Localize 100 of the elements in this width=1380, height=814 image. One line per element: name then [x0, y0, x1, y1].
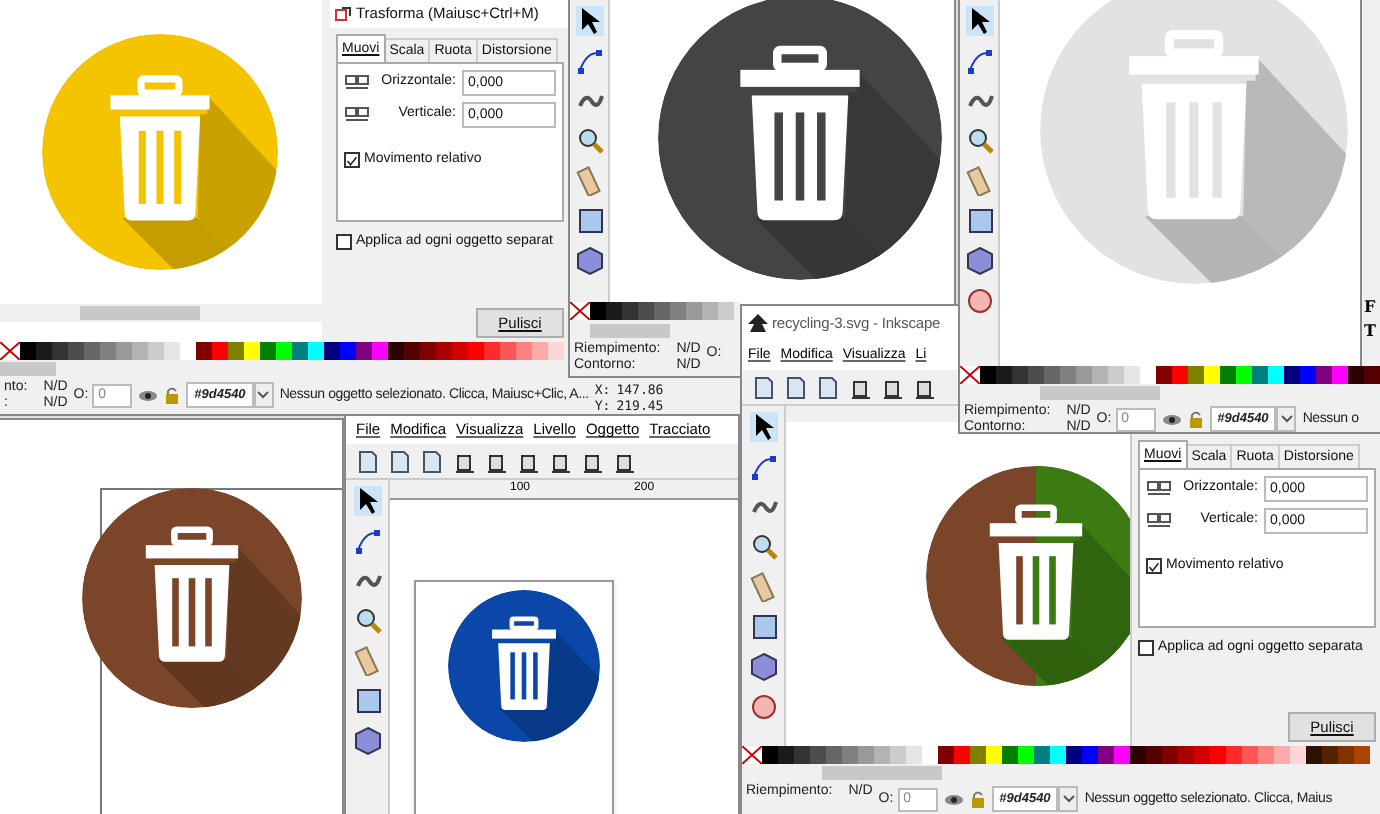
color-swatch[interactable]: [1028, 366, 1044, 384]
color-swatch[interactable]: [1226, 746, 1242, 764]
color-swatch[interactable]: [686, 302, 702, 320]
eye-icon[interactable]: [138, 388, 159, 404]
document-icon[interactable]: [420, 449, 444, 473]
ruler-icon[interactable]: [353, 646, 381, 676]
color-swatch[interactable]: [388, 342, 404, 360]
color-swatch[interactable]: [1060, 366, 1076, 384]
color-swatch[interactable]: [670, 302, 686, 320]
node-icon[interactable]: [575, 46, 603, 76]
checkbox[interactable]: [344, 152, 360, 169]
color-swatch[interactable]: [484, 342, 500, 360]
color-swatch[interactable]: [762, 746, 778, 764]
color-swatch[interactable]: [590, 302, 606, 320]
color-swatch[interactable]: [500, 342, 516, 360]
color-swatch[interactable]: [996, 366, 1012, 384]
magnifier-icon[interactable]: [575, 126, 603, 156]
color-swatch[interactable]: [1354, 746, 1370, 764]
color-swatch[interactable]: [1146, 746, 1162, 764]
color-swatch[interactable]: [1290, 746, 1306, 764]
color-swatch[interactable]: [1018, 746, 1034, 764]
color-swatch[interactable]: [1210, 746, 1226, 764]
color-swatch[interactable]: [1338, 746, 1354, 764]
square-icon[interactable]: [575, 206, 603, 236]
color-swatch[interactable]: [180, 342, 196, 360]
checkbox[interactable]: [336, 233, 352, 250]
color-swatch[interactable]: [970, 746, 986, 764]
color-swatch[interactable]: [1268, 366, 1284, 384]
color-swatch[interactable]: [404, 342, 420, 360]
color-swatch[interactable]: [954, 746, 970, 764]
color-swatch[interactable]: [1162, 746, 1178, 764]
document-icon[interactable]: [388, 449, 412, 473]
color-swatch[interactable]: [452, 342, 468, 360]
color-swatch[interactable]: [292, 342, 308, 360]
color-swatch[interactable]: [1274, 746, 1290, 764]
color-swatch[interactable]: [356, 342, 372, 360]
color-swatch[interactable]: [986, 746, 1002, 764]
circle-icon[interactable]: [965, 286, 993, 316]
color-swatch[interactable]: [100, 342, 116, 360]
scrollbar-thumb[interactable]: [0, 362, 56, 376]
color-swatch[interactable]: [638, 302, 654, 320]
color-swatch[interactable]: [1188, 366, 1204, 384]
magnifier-icon[interactable]: [353, 606, 381, 636]
color-swatch[interactable]: [516, 342, 532, 360]
align-icon[interactable]: [880, 375, 904, 399]
color-swatch[interactable]: [1140, 366, 1156, 384]
color-swatch[interactable]: [1258, 746, 1274, 764]
color-swatch[interactable]: [1130, 746, 1146, 764]
color-swatch[interactable]: [1332, 366, 1348, 384]
color-swatch[interactable]: [778, 746, 794, 764]
color-swatch[interactable]: [874, 746, 890, 764]
align-icon[interactable]: [848, 375, 872, 399]
color-swatch[interactable]: [1034, 746, 1050, 764]
ruler-icon[interactable]: [575, 166, 603, 196]
color-swatch[interactable]: [1284, 366, 1300, 384]
color-swatch[interactable]: [164, 342, 180, 360]
cube-icon[interactable]: [749, 652, 777, 682]
checkbox[interactable]: [1138, 639, 1154, 656]
node-icon[interactable]: [965, 46, 993, 76]
scrollbar-thumb[interactable]: [590, 323, 670, 337]
color-swatch[interactable]: [324, 342, 340, 360]
color-swatch[interactable]: [532, 342, 548, 360]
color-swatch[interactable]: [1092, 366, 1108, 384]
color-swatch[interactable]: [794, 746, 810, 764]
cube-icon[interactable]: [965, 246, 993, 276]
eye-icon[interactable]: [943, 792, 964, 808]
color-swatch[interactable]: [1300, 366, 1316, 384]
scrollbar-thumb[interactable]: [822, 766, 942, 780]
color-swatch[interactable]: [606, 302, 622, 320]
align-icon[interactable]: [612, 449, 636, 473]
scrollbar-thumb[interactable]: [80, 306, 200, 320]
square-icon[interactable]: [353, 686, 381, 716]
align-icon[interactable]: [912, 375, 936, 399]
color-swatch[interactable]: [1172, 366, 1188, 384]
color-swatch[interactable]: [276, 342, 292, 360]
color-swatch[interactable]: [1002, 746, 1018, 764]
dropdown-button[interactable]: [1058, 786, 1079, 812]
magnifier-icon[interactable]: [749, 532, 777, 562]
color-swatch[interactable]: [68, 342, 84, 360]
color-swatch[interactable]: [1124, 366, 1140, 384]
no-color-icon[interactable]: [570, 302, 590, 320]
color-swatch[interactable]: [84, 342, 100, 360]
color-swatch[interactable]: [1066, 746, 1082, 764]
color-swatch[interactable]: [132, 342, 148, 360]
color-swatch[interactable]: [1082, 746, 1098, 764]
color-swatch[interactable]: [1220, 366, 1236, 384]
color-swatch[interactable]: [340, 342, 356, 360]
align-icon[interactable]: [452, 449, 476, 473]
color-swatch[interactable]: [52, 342, 68, 360]
color-swatch[interactable]: [1194, 746, 1210, 764]
scrollbar-thumb[interactable]: [1040, 386, 1160, 400]
color-swatch[interactable]: [260, 342, 276, 360]
side-button[interactable]: T: [1362, 320, 1380, 340]
color-swatch[interactable]: [826, 746, 842, 764]
color-swatch[interactable]: [858, 746, 874, 764]
node-icon[interactable]: [749, 452, 777, 482]
dropdown-button[interactable]: [1276, 406, 1297, 432]
color-swatch[interactable]: [718, 302, 734, 320]
color-swatch[interactable]: [1098, 746, 1114, 764]
lock-icon[interactable]: [164, 386, 181, 404]
